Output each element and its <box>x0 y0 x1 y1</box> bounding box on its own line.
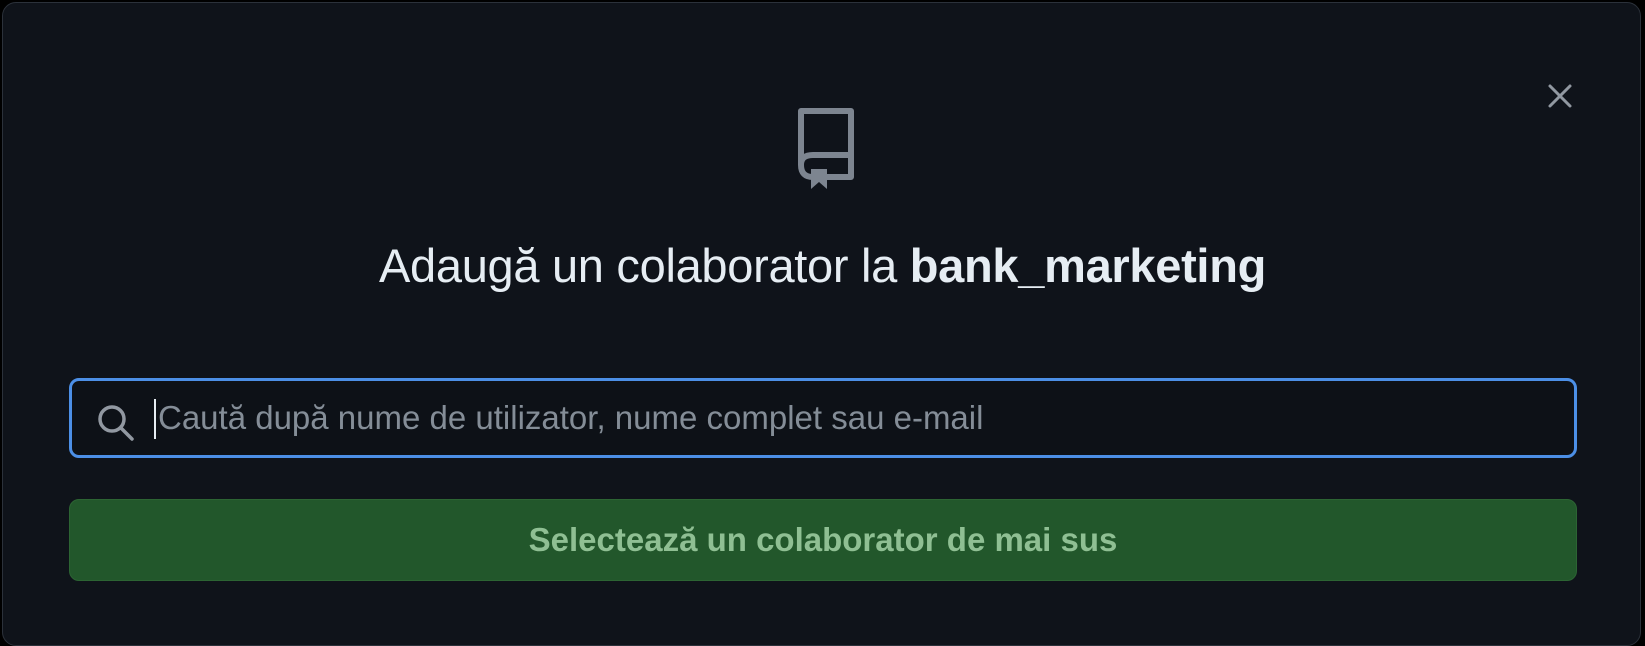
repo-icon <box>798 108 854 189</box>
text-caret <box>154 399 156 439</box>
dialog-title-prefix: Adaugă un colaborator la <box>378 239 910 292</box>
close-button[interactable] <box>1540 76 1580 116</box>
add-collaborator-dialog: Adaugă un colaborator la bank_marketing … <box>2 2 1641 646</box>
search-icon <box>98 405 134 441</box>
close-icon <box>1548 84 1572 108</box>
repo-name: bank_marketing <box>909 239 1267 292</box>
select-collaborator-button[interactable]: Selectează un colaborator de mai sus <box>69 499 1577 581</box>
search-input[interactable] <box>154 389 1558 447</box>
dialog-title: Adaugă un colaborator la bank_marketing <box>3 236 1642 296</box>
search-field[interactable] <box>69 378 1577 458</box>
